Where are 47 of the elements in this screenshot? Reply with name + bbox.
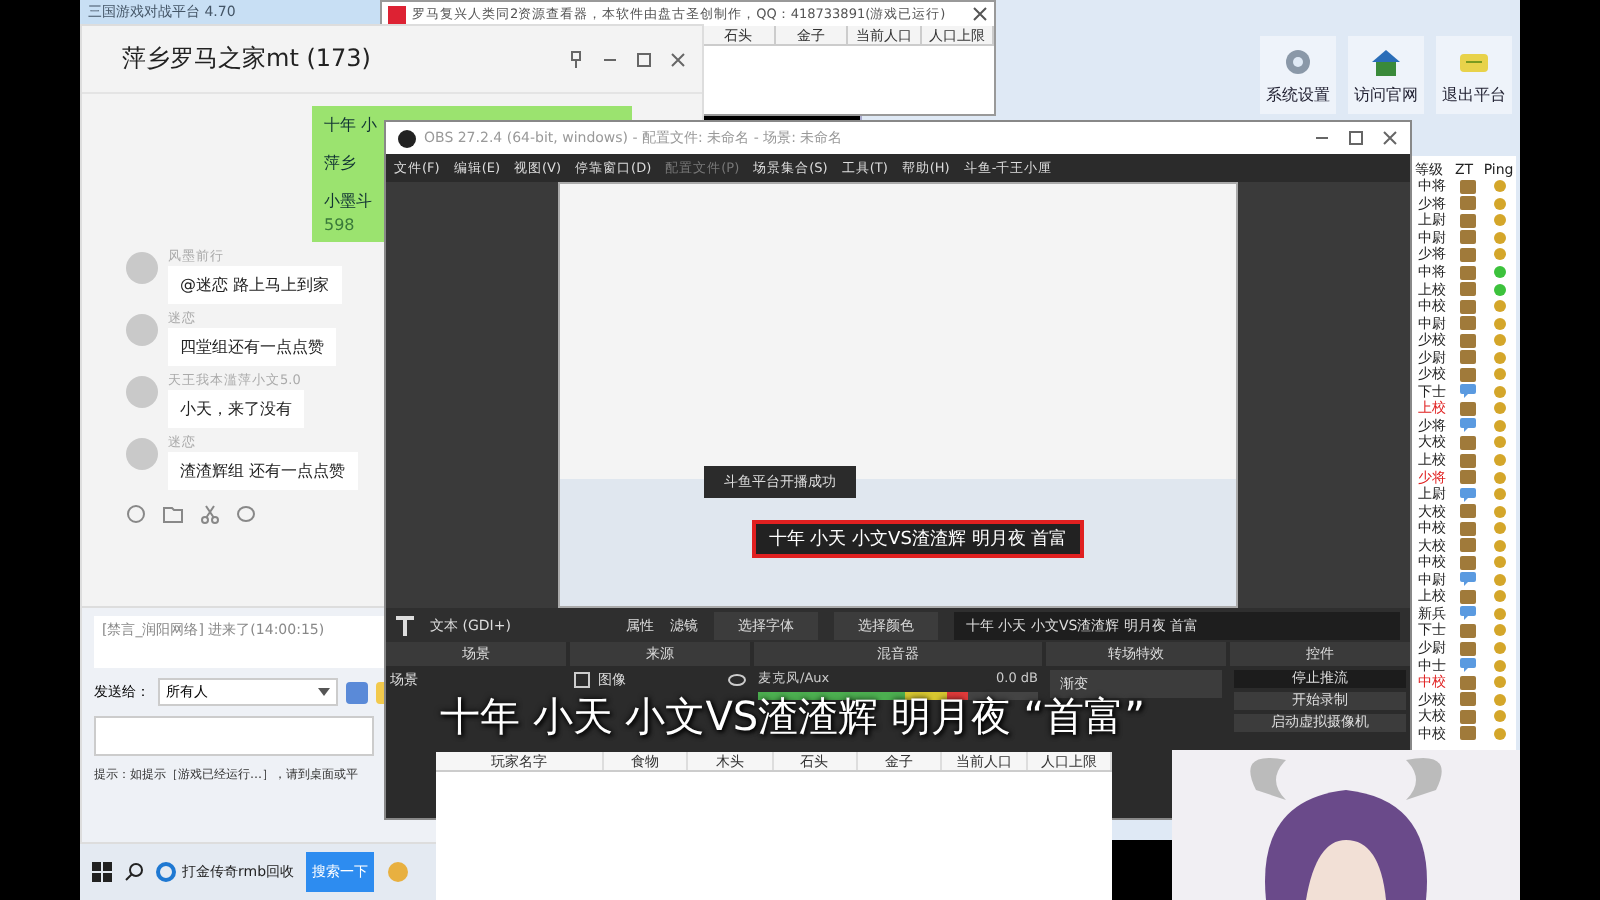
pin-icon bbox=[568, 50, 584, 68]
image-icon bbox=[574, 672, 590, 688]
folder-icon bbox=[162, 504, 184, 524]
crate-icon bbox=[1460, 589, 1477, 604]
close-icon bbox=[670, 51, 686, 67]
message-text: 十年 小 bbox=[324, 114, 378, 136]
avatar bbox=[126, 438, 158, 470]
message-text: 598 bbox=[324, 216, 355, 234]
toolbar-button[interactable]: 退出平台 bbox=[1436, 36, 1512, 114]
windows-icon bbox=[92, 862, 112, 882]
close-icon bbox=[1382, 130, 1398, 146]
message-text: 萍乡 bbox=[324, 152, 356, 174]
speech-bubble-icon bbox=[1460, 606, 1477, 621]
app-icon bbox=[386, 860, 411, 884]
message-bubble: 小天，来了没有 bbox=[168, 390, 304, 428]
speech-bubble-icon bbox=[1460, 572, 1477, 587]
avatar bbox=[126, 252, 158, 284]
toolbar-button[interactable]: 访问官网 bbox=[1348, 36, 1424, 114]
toolbar-button[interactable]: 系统设置 bbox=[1260, 36, 1336, 114]
message-bubble: @迷恋 路上马上到家 bbox=[168, 266, 342, 304]
eye-icon bbox=[728, 674, 746, 686]
avatar bbox=[126, 314, 158, 346]
text-source-preview: 十年 小天 小文VS渣渣辉 明月夜 首富 bbox=[752, 520, 1084, 558]
avatar bbox=[126, 376, 158, 408]
maximize-icon bbox=[636, 51, 652, 67]
app-icon bbox=[388, 5, 406, 23]
message-input[interactable] bbox=[94, 716, 374, 756]
font-icon bbox=[346, 681, 368, 703]
message-bubble: 渣渣辉组 还有一点点赞 bbox=[168, 452, 358, 490]
caret-icon bbox=[318, 688, 330, 696]
speech-bubble-icon bbox=[1460, 418, 1477, 433]
maximize-icon bbox=[1348, 130, 1364, 146]
message-bubble: 四堂组还有一点点赞 bbox=[168, 328, 336, 366]
search-icon bbox=[124, 862, 144, 882]
browser-icon bbox=[156, 862, 176, 882]
speech-bubble-icon bbox=[1460, 384, 1477, 399]
app-icon bbox=[398, 129, 416, 147]
text-icon bbox=[396, 615, 414, 635]
scissors-icon bbox=[200, 504, 220, 524]
message-text: 小墨斗 bbox=[324, 190, 372, 212]
house-icon bbox=[1368, 44, 1404, 80]
chat-title: 萍乡罗马之家mt (173) bbox=[122, 42, 371, 76]
close-icon bbox=[972, 6, 988, 22]
crate-icon bbox=[1460, 401, 1477, 416]
settings-icon bbox=[1280, 44, 1316, 80]
speech-bubble-icon bbox=[1460, 487, 1477, 502]
speech-bubble-icon bbox=[1460, 658, 1477, 673]
